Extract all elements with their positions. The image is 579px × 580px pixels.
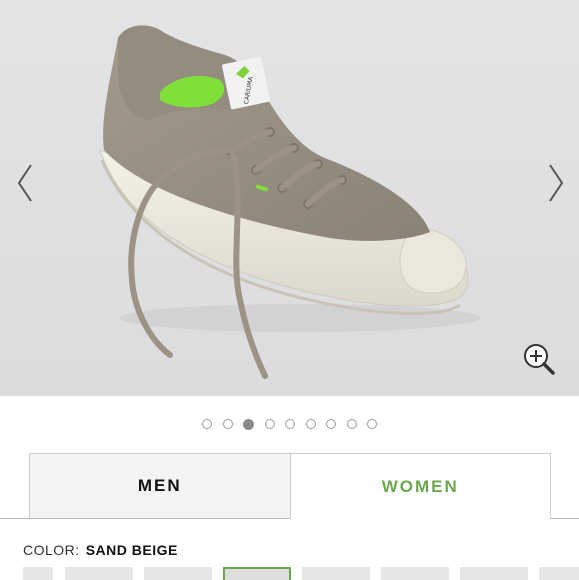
color-swatch[interactable] xyxy=(65,567,133,580)
chevron-left-icon xyxy=(17,164,32,202)
carousel-dot-active[interactable] xyxy=(243,419,254,430)
chevron-right-icon xyxy=(549,164,564,202)
carousel-dot[interactable] xyxy=(202,419,212,429)
carousel-pagination xyxy=(0,418,579,432)
tab-women[interactable]: WOMEN xyxy=(290,453,551,519)
carousel-dot[interactable] xyxy=(285,419,295,429)
tabs-divider xyxy=(551,518,579,519)
color-selection-label: COLOR: SAND BEIGE xyxy=(23,541,178,559)
carousel-dot[interactable] xyxy=(367,419,377,429)
zoom-button[interactable] xyxy=(520,340,558,378)
color-swatch[interactable] xyxy=(23,567,53,580)
color-swatch[interactable] xyxy=(144,567,212,580)
color-swatch[interactable] xyxy=(302,567,370,580)
product-gallery: CARIUMA xyxy=(0,0,579,396)
color-swatches xyxy=(23,567,579,580)
tab-men[interactable]: MEN xyxy=(29,453,291,519)
carousel-dot[interactable] xyxy=(346,419,357,429)
color-swatch[interactable] xyxy=(539,567,579,580)
color-swatch[interactable] xyxy=(460,567,528,580)
color-swatch-selected[interactable] xyxy=(223,567,291,580)
carousel-dot[interactable] xyxy=(222,419,233,429)
carousel-dot[interactable] xyxy=(326,419,336,429)
zoom-in-icon xyxy=(524,344,555,375)
tabs-divider xyxy=(0,518,29,519)
gender-tabs: MEN WOMEN xyxy=(29,453,551,519)
color-swatch[interactable] xyxy=(381,567,449,580)
product-image[interactable]: CARIUMA xyxy=(0,0,579,396)
carousel-dot[interactable] xyxy=(264,419,275,429)
color-label: COLOR: xyxy=(23,542,80,558)
next-image-button[interactable] xyxy=(541,160,571,206)
color-value: SAND BEIGE xyxy=(85,542,178,558)
previous-image-button[interactable] xyxy=(10,160,40,206)
carousel-dot[interactable] xyxy=(305,419,316,429)
